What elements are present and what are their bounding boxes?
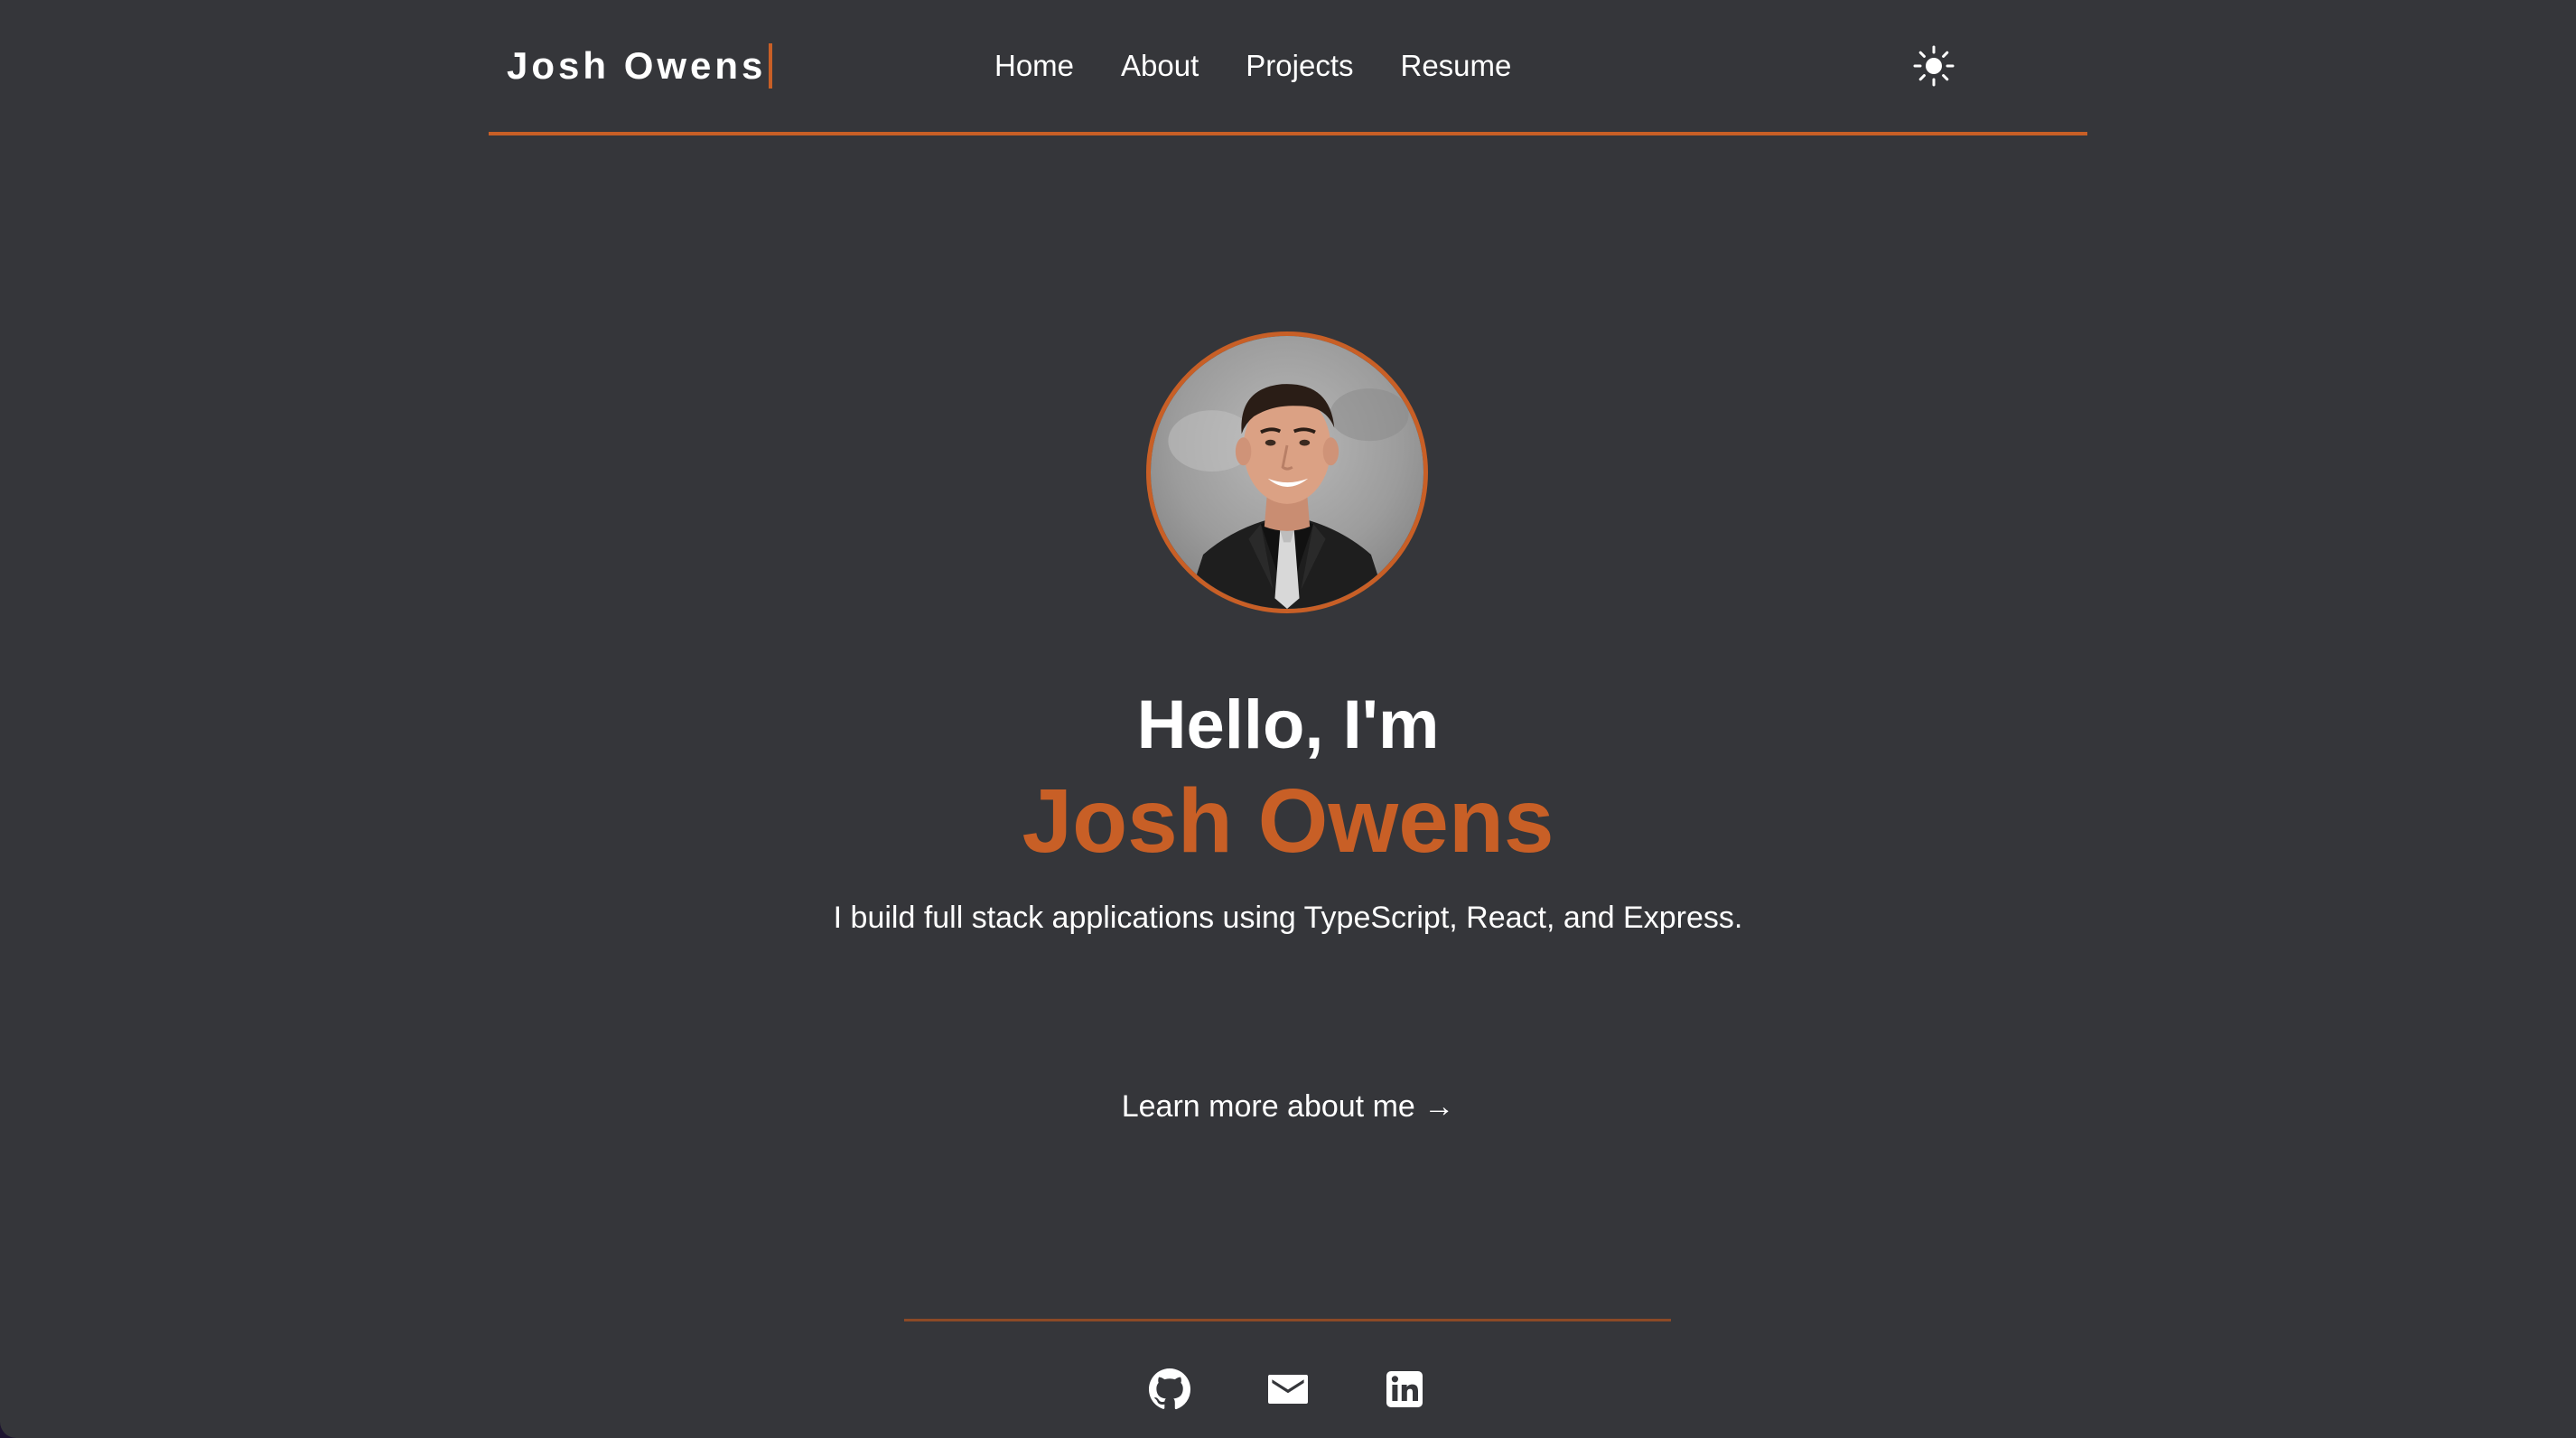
nav-link-home[interactable]: Home xyxy=(994,45,1074,87)
typing-caret xyxy=(769,43,773,89)
theme-toggle-button[interactable] xyxy=(1912,44,1955,88)
hero-tagline: I build full stack applications using Ty… xyxy=(833,901,1743,935)
nav-links: Home About Projects Resume xyxy=(994,45,1558,87)
nav-link-resume[interactable]: Resume xyxy=(1401,45,1512,87)
top-nav: Josh Owens Home About Projects Resume xyxy=(489,0,2087,135)
hero-name: Josh Owens xyxy=(1022,770,1554,872)
footer-divider xyxy=(904,1319,1671,1321)
browser-viewport: Josh Owens Home About Projects Resume He… xyxy=(0,0,2576,1438)
github-icon xyxy=(1149,1368,1191,1410)
profile-portrait xyxy=(1151,336,1423,609)
profile-photo xyxy=(1146,331,1428,613)
brand-logo[interactable]: Josh Owens xyxy=(507,40,773,92)
learn-more-link[interactable]: Learn more about me → xyxy=(0,1085,2576,1128)
nav-link-about[interactable]: About xyxy=(1121,45,1199,87)
linkedin-icon xyxy=(1386,1371,1423,1407)
nav-link-projects[interactable]: Projects xyxy=(1246,45,1353,87)
brand-name: Josh Owens xyxy=(507,44,767,87)
sun-icon xyxy=(1913,45,1955,87)
linkedin-link[interactable] xyxy=(1383,1368,1426,1411)
email-link[interactable] xyxy=(1266,1368,1310,1411)
github-link[interactable] xyxy=(1148,1368,1191,1411)
mail-icon xyxy=(1268,1375,1308,1404)
hero-greeting: Hello, I'm xyxy=(1136,686,1440,763)
